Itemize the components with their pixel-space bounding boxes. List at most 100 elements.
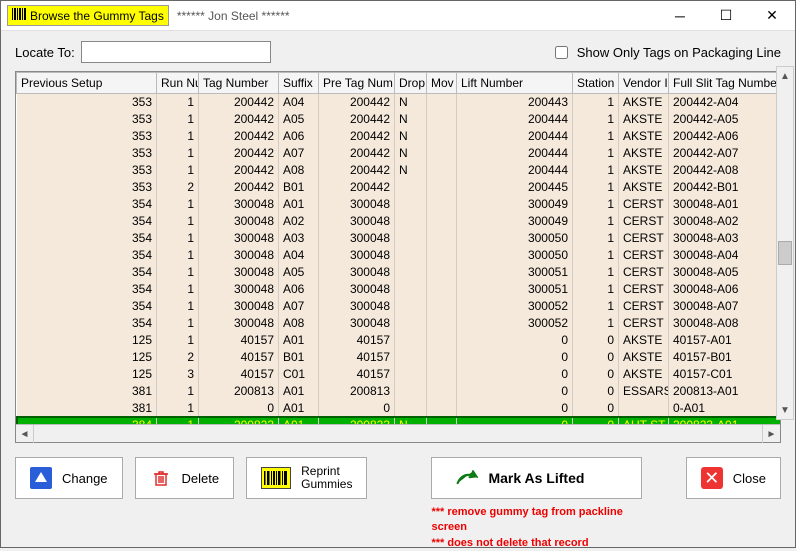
cell-lift[interactable]: 0 — [457, 349, 573, 366]
locate-input[interactable] — [81, 41, 271, 63]
col-tag-number[interactable]: Tag Number — [199, 73, 279, 94]
cell-mov[interactable] — [427, 213, 457, 230]
cell-full[interactable]: 40157-A01 — [669, 332, 781, 349]
cell-pre[interactable]: 300048 — [319, 264, 395, 281]
cell-suf[interactable]: A07 — [279, 145, 319, 162]
cell-lift[interactable]: 300049 — [457, 213, 573, 230]
cell-tag[interactable]: 300048 — [199, 315, 279, 332]
cell-sta[interactable]: 0 — [573, 400, 619, 417]
cell-full[interactable]: 200442-A06 — [669, 128, 781, 145]
cell-pre[interactable]: 300048 — [319, 315, 395, 332]
cell-tag[interactable]: 300048 — [199, 281, 279, 298]
cell-drop[interactable] — [395, 281, 427, 298]
cell-prev[interactable]: 354 — [17, 230, 157, 247]
cell-lift[interactable]: 200445 — [457, 179, 573, 196]
change-button[interactable]: Change — [15, 457, 123, 499]
cell-tag[interactable]: 200442 — [199, 94, 279, 111]
cell-sta[interactable]: 0 — [573, 332, 619, 349]
cell-drop[interactable] — [395, 298, 427, 315]
cell-mov[interactable] — [427, 247, 457, 264]
cell-full[interactable]: 200442-B01 — [669, 179, 781, 196]
cell-ven[interactable]: AKSTE — [619, 111, 669, 128]
cell-sta[interactable]: 1 — [573, 145, 619, 162]
cell-ven[interactable]: AKSTE — [619, 94, 669, 111]
cell-suf[interactable]: A07 — [279, 298, 319, 315]
cell-drop[interactable] — [395, 332, 427, 349]
header-row[interactable]: Previous Setup Run Num Tag Number Suffix… — [17, 73, 781, 94]
cell-sta[interactable]: 0 — [573, 366, 619, 383]
cell-tag[interactable]: 300048 — [199, 298, 279, 315]
mark-as-lifted-button[interactable]: Mark As Lifted — [431, 457, 641, 499]
cell-run[interactable]: 3 — [157, 366, 199, 383]
reprint-button[interactable]: Reprint Gummies — [246, 457, 367, 499]
cell-drop[interactable] — [395, 349, 427, 366]
cell-drop[interactable] — [395, 264, 427, 281]
vertical-scrollbar[interactable]: ▲ ▼ — [776, 66, 794, 420]
cell-tag[interactable]: 200813 — [199, 383, 279, 400]
cell-lift[interactable]: 200444 — [457, 145, 573, 162]
table-row[interactable]: 38110A010000-A01. — [17, 400, 781, 417]
cell-suf[interactable]: A05 — [279, 264, 319, 281]
cell-pre[interactable]: 200442 — [319, 94, 395, 111]
cell-pre[interactable]: 200442 — [319, 179, 395, 196]
cell-full[interactable]: 200442-A04 — [669, 94, 781, 111]
cell-prev[interactable]: 354 — [17, 315, 157, 332]
cell-full[interactable]: 300048-A05 — [669, 264, 781, 281]
table-row[interactable]: 3531200442A06200442N2004441AKSTE200442-A… — [17, 128, 781, 145]
close-button[interactable]: ✕ Close — [686, 457, 781, 499]
col-pre-tag-num[interactable]: Pre Tag Num — [319, 73, 395, 94]
cell-drop[interactable]: N — [395, 145, 427, 162]
cell-sta[interactable]: 1 — [573, 128, 619, 145]
cell-sta[interactable]: 1 — [573, 315, 619, 332]
cell-mov[interactable] — [427, 94, 457, 111]
cell-full[interactable]: 300048-A06 — [669, 281, 781, 298]
cell-run[interactable]: 1 — [157, 332, 199, 349]
cell-prev[interactable]: 125 — [17, 349, 157, 366]
cell-suf[interactable]: A03 — [279, 230, 319, 247]
cell-pre[interactable]: 200813 — [319, 383, 395, 400]
scroll-thumb[interactable] — [778, 241, 792, 265]
cell-run[interactable]: 1 — [157, 230, 199, 247]
cell-prev[interactable]: 125 — [17, 332, 157, 349]
cell-mov[interactable] — [427, 298, 457, 315]
table-row[interactable]: 3811200813A0120081300ESSARS200813-A01. — [17, 383, 781, 400]
cell-prev[interactable]: 381 — [17, 400, 157, 417]
cell-mov[interactable] — [427, 366, 457, 383]
cell-sta[interactable]: 1 — [573, 179, 619, 196]
cell-run[interactable]: 1 — [157, 315, 199, 332]
cell-ven[interactable]: AUT ST — [619, 417, 669, 425]
cell-full[interactable]: 300048-A08 — [669, 315, 781, 332]
cell-lift[interactable]: 0 — [457, 400, 573, 417]
cell-tag[interactable]: 200442 — [199, 128, 279, 145]
cell-mov[interactable] — [427, 383, 457, 400]
cell-run[interactable]: 1 — [157, 94, 199, 111]
cell-tag[interactable]: 200442 — [199, 162, 279, 179]
cell-prev[interactable]: 384 — [17, 417, 157, 425]
cell-ven[interactable]: CERST — [619, 281, 669, 298]
cell-full[interactable]: 200442-A05 — [669, 111, 781, 128]
cell-pre[interactable]: 200442 — [319, 162, 395, 179]
cell-ven[interactable]: AKSTE — [619, 332, 669, 349]
cell-tag[interactable]: 300048 — [199, 196, 279, 213]
col-suffix[interactable]: Suffix — [279, 73, 319, 94]
cell-run[interactable]: 1 — [157, 145, 199, 162]
cell-suf[interactable]: A08 — [279, 162, 319, 179]
cell-mov[interactable] — [427, 128, 457, 145]
cell-suf[interactable]: B01 — [279, 349, 319, 366]
cell-pre[interactable]: 300048 — [319, 213, 395, 230]
cell-sta[interactable]: 1 — [573, 111, 619, 128]
cell-sta[interactable]: 1 — [573, 196, 619, 213]
cell-full[interactable]: 200442-A07 — [669, 145, 781, 162]
cell-mov[interactable] — [427, 315, 457, 332]
cell-lift[interactable]: 200444 — [457, 111, 573, 128]
cell-drop[interactable] — [395, 213, 427, 230]
cell-prev[interactable]: 354 — [17, 281, 157, 298]
table-row[interactable]: 3541300048A023000483000491CERST300048-A0… — [17, 213, 781, 230]
table-row[interactable]: 3541300048A083000483000521CERST300048-A0… — [17, 315, 781, 332]
cell-run[interactable]: 1 — [157, 247, 199, 264]
cell-drop[interactable] — [395, 366, 427, 383]
cell-mov[interactable] — [427, 332, 457, 349]
table-row[interactable]: 3541300048A063000483000511CERST300048-A0… — [17, 281, 781, 298]
table-row[interactable]: 3541300048A053000483000511CERST300048-A0… — [17, 264, 781, 281]
cell-lift[interactable]: 200444 — [457, 128, 573, 145]
